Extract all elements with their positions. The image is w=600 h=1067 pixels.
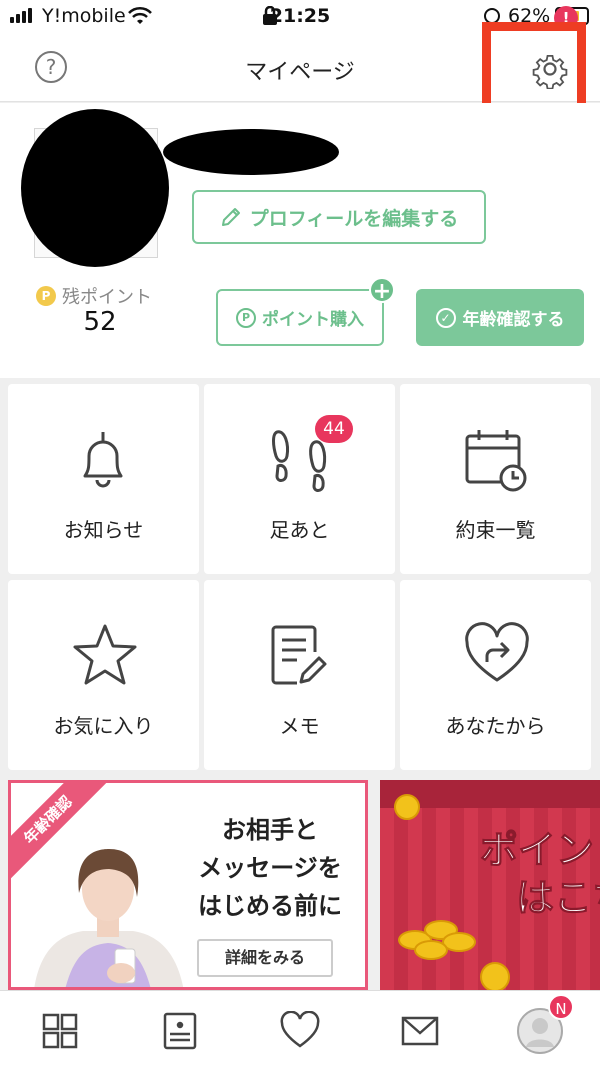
- point-circle-icon: P: [236, 307, 256, 328]
- menu-item-memo[interactable]: メモ: [204, 580, 395, 770]
- menu-item-appointments[interactable]: 約束一覧: [400, 384, 591, 574]
- bell-icon: [83, 432, 123, 488]
- menu-label: お知らせ: [63, 518, 144, 542]
- heart-icon[interactable]: [280, 1011, 320, 1051]
- headline-line-3: はじめる前に: [198, 892, 342, 920]
- star-icon: [73, 624, 137, 685]
- grid-icon[interactable]: [40, 1011, 80, 1051]
- points-exchange-banner[interactable]: ポイント交 はこち: [380, 780, 600, 990]
- points-value: 52: [83, 307, 117, 337]
- check-circle-icon: ✓: [435, 307, 456, 328]
- menu-label: メモ: [279, 714, 320, 738]
- menu-label: お気に入り: [53, 714, 154, 738]
- woman-photo: [34, 849, 184, 987]
- buy-points-button[interactable]: P ポイント購入: [216, 289, 384, 346]
- menu-label: あなたから: [445, 714, 546, 738]
- coin-stack-icon: [414, 940, 448, 960]
- coin-icon: [394, 794, 420, 820]
- menu-label: 足あと: [269, 518, 330, 542]
- edit-profile-button[interactable]: プロフィールを編集する: [192, 190, 486, 244]
- banner-headline: お相手と メッセージを はじめる前に: [179, 811, 361, 925]
- edit-profile-label: プロフィールを編集する: [249, 207, 459, 230]
- points-banner-text: ポイント交 はこち: [410, 826, 600, 922]
- buy-points-label: ポイント購入: [262, 310, 364, 330]
- avatar-redaction: [21, 109, 169, 267]
- avatar-notification-badge: N: [548, 994, 574, 1020]
- menu-item-from-you[interactable]: あなたから: [400, 580, 591, 770]
- age-verify-label: 年齢確認する: [462, 310, 565, 330]
- menu-label: 約束一覧: [455, 518, 536, 542]
- plus-icon: +: [369, 277, 395, 304]
- see-details-button[interactable]: 詳細をみる: [197, 939, 333, 977]
- points-banner-line-2: はこち: [515, 876, 600, 921]
- bottom-tab-bar: [0, 990, 600, 1067]
- calendar-clock-icon: [465, 430, 527, 492]
- coin-icon: [480, 962, 510, 990]
- profile-section: プロフィールを編集する P 残ポイント 52 P ポイント購入 + ✓ 年齢確認…: [0, 103, 600, 378]
- headline-line-2: メッセージを: [198, 854, 342, 882]
- menu-item-favorites[interactable]: お気に入り: [8, 580, 199, 770]
- footprints-count-badge: 44: [315, 415, 353, 443]
- mail-icon[interactable]: [400, 1011, 440, 1051]
- heart-arrow-icon: [465, 622, 529, 682]
- points-banner-line-1: ポイント交: [479, 828, 600, 873]
- menu-item-notifications[interactable]: お知らせ: [8, 384, 199, 574]
- age-verify-button[interactable]: ✓ 年齢確認する: [416, 289, 584, 346]
- point-coin-icon: P: [36, 286, 56, 306]
- headline-line-1: お相手と: [222, 816, 318, 844]
- age-verify-banner[interactable]: 年齢確認 お相手と メッセージを はじめる前に 詳細をみる: [8, 780, 368, 990]
- profile-card-icon[interactable]: [160, 1011, 200, 1051]
- points-label: P 残ポイント: [36, 283, 152, 309]
- pencil-icon: [221, 208, 240, 226]
- username-redaction: [163, 129, 339, 175]
- memo-icon: [271, 625, 327, 685]
- points-label-text: 残ポイント: [62, 287, 152, 308]
- menu-item-footprints[interactable]: 44 足あと: [204, 384, 395, 574]
